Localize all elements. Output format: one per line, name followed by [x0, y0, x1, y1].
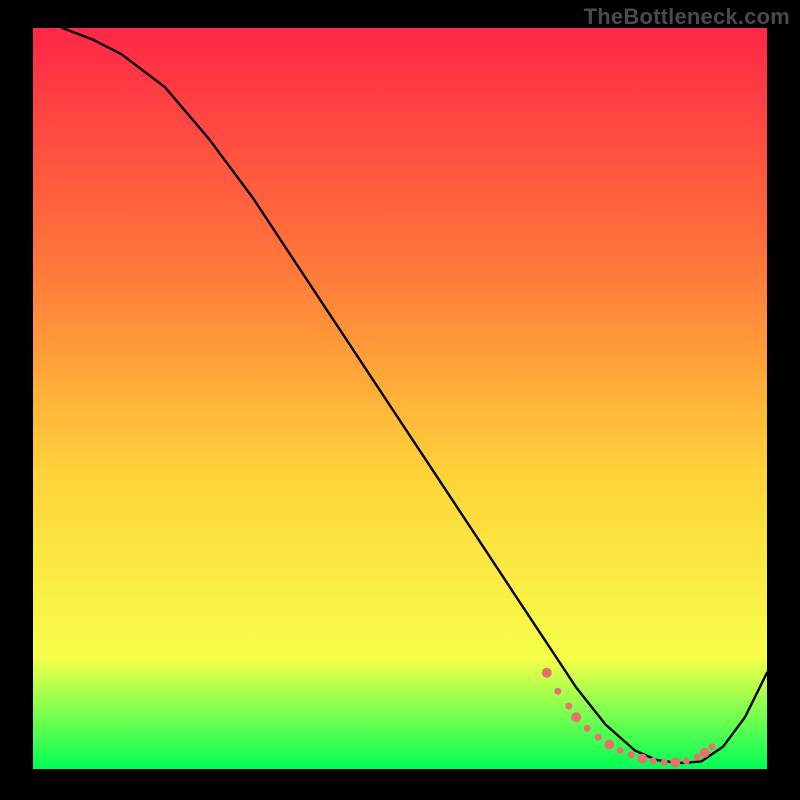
- marker-point: [683, 757, 690, 764]
- chart-frame: { "watermark": "TheBottleneck.com", "col…: [0, 0, 800, 800]
- marker-point: [604, 740, 614, 750]
- marker-point: [542, 668, 552, 678]
- marker-point: [700, 748, 710, 758]
- marker-point: [661, 759, 668, 766]
- marker-point: [709, 743, 716, 750]
- marker-point: [565, 703, 572, 710]
- marker-point: [554, 688, 561, 695]
- chart-svg: [0, 0, 800, 800]
- marker-point: [571, 712, 581, 722]
- marker-point: [670, 757, 680, 767]
- watermark-text: TheBottleneck.com: [584, 4, 790, 30]
- marker-point: [584, 725, 591, 732]
- marker-point: [650, 757, 657, 764]
- marker-point: [617, 747, 624, 754]
- marker-point: [595, 734, 602, 741]
- marker-point: [694, 754, 701, 761]
- marker-point: [628, 751, 635, 758]
- plot-background: [33, 28, 767, 769]
- marker-point: [637, 754, 647, 764]
